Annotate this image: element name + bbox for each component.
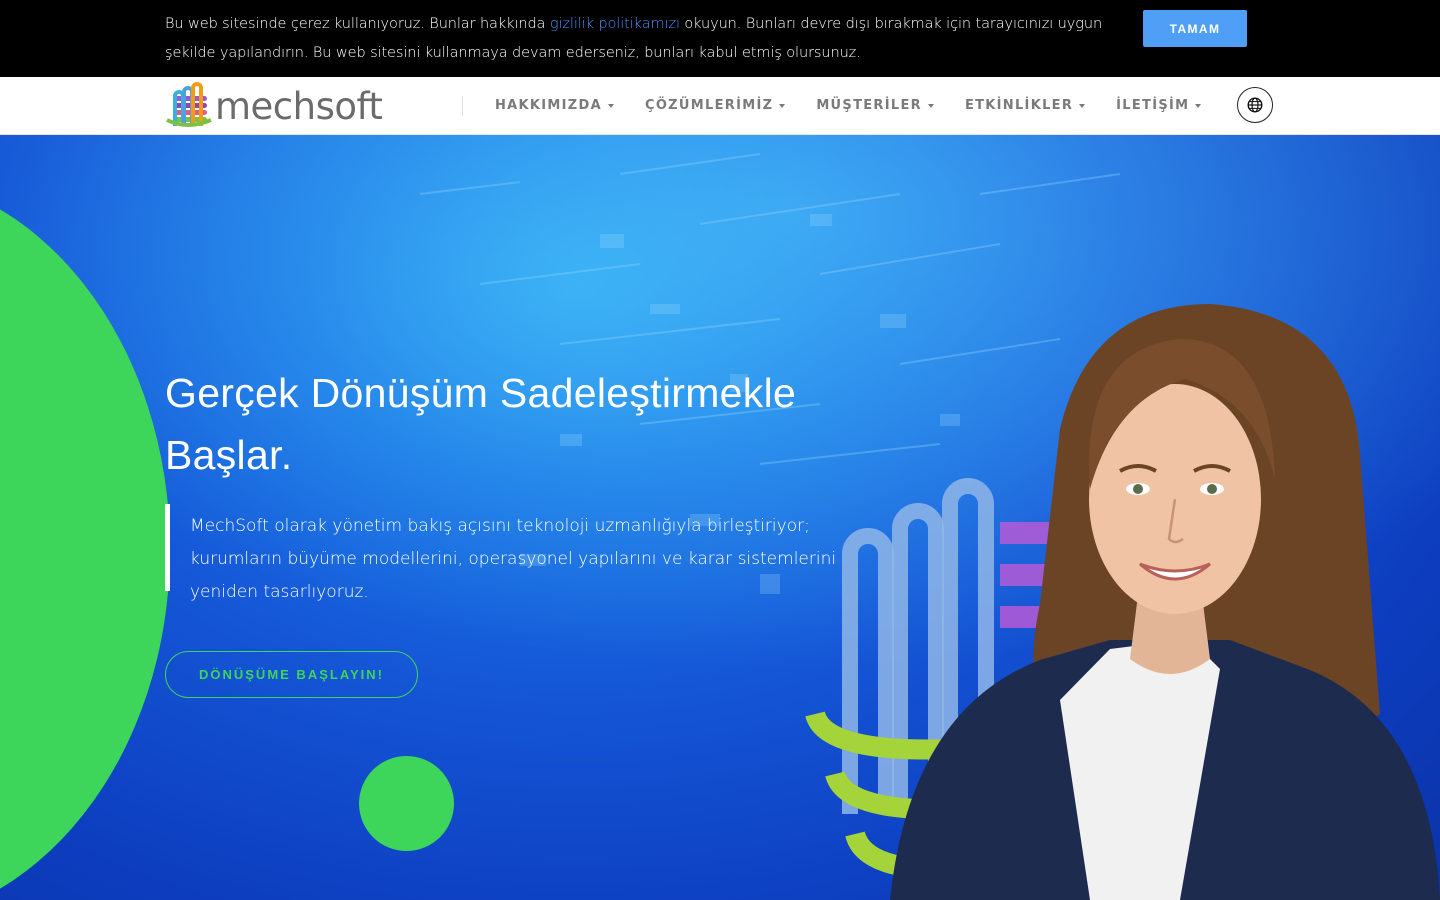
nav-item-label: ÇÖZÜMLERİMİZ: [644, 98, 774, 113]
nav-item-hakkimizda[interactable]: HAKKIMIZDA: [495, 98, 614, 113]
mechsoft-logo-icon: [166, 82, 212, 127]
privacy-policy-link[interactable]: gizlilik politikamızı: [550, 16, 680, 32]
globe-icon: [1247, 97, 1263, 113]
nav-item-cozumlerimiz[interactable]: ÇÖZÜMLERİMİZ: [644, 98, 786, 113]
hero-section: Gerçek Dönüşüm Sadeleştirmekle Başlar. M…: [0, 134, 1440, 900]
language-button[interactable]: [1237, 87, 1273, 123]
main-menu: HAKKIMIZDA ÇÖZÜMLERİMİZ MÜŞTERİLER ETKİN…: [495, 77, 1232, 134]
nav-item-iletisim[interactable]: İLETİŞİM: [1116, 98, 1202, 113]
start-transformation-button[interactable]: DÖNÜŞÜME BAŞLAYIN!: [165, 651, 418, 698]
nav-item-label: HAKKIMIZDA: [495, 98, 602, 113]
logo-text: mechsoft: [215, 84, 383, 128]
caret-down-icon: [779, 103, 786, 108]
logo[interactable]: mechsoft: [165, 82, 383, 130]
nav-divider: [462, 96, 463, 116]
hero-person-image: [890, 304, 1440, 900]
nav-item-label: İLETİŞİM: [1116, 98, 1190, 113]
nav-item-etkinlikler[interactable]: ETKİNLİKLER: [964, 98, 1086, 113]
hero-description: MechSoft olarak yönetim bakış açısını te…: [165, 504, 865, 602]
nav-item-label: MÜŞTERİLER: [816, 98, 922, 113]
decorative-small-green-circle: [359, 756, 454, 851]
caret-down-icon: [607, 103, 614, 108]
cookie-accept-button[interactable]: TAMAM: [1143, 10, 1247, 47]
cookie-banner: Bu web sitesinde çerez kullanıyoruz. Bun…: [0, 0, 1440, 77]
caret-down-icon: [1195, 103, 1202, 108]
cookie-message: Bu web sitesinde çerez kullanıyoruz. Bun…: [165, 10, 1105, 68]
navbar: mechsoft HAKKIMIZDA ÇÖZÜMLERİMİZ MÜŞTERİ…: [0, 77, 1440, 135]
nav-item-label: ETKİNLİKLER: [964, 98, 1074, 113]
cookie-text-before: Bu web sitesinde çerez kullanıyoruz. Bun…: [165, 16, 550, 32]
caret-down-icon: [927, 103, 934, 108]
nav-item-musteriler[interactable]: MÜŞTERİLER: [816, 98, 934, 113]
caret-down-icon: [1079, 103, 1086, 108]
hero-title: Gerçek Dönüşüm Sadeleştirmekle Başlar.: [165, 370, 797, 478]
